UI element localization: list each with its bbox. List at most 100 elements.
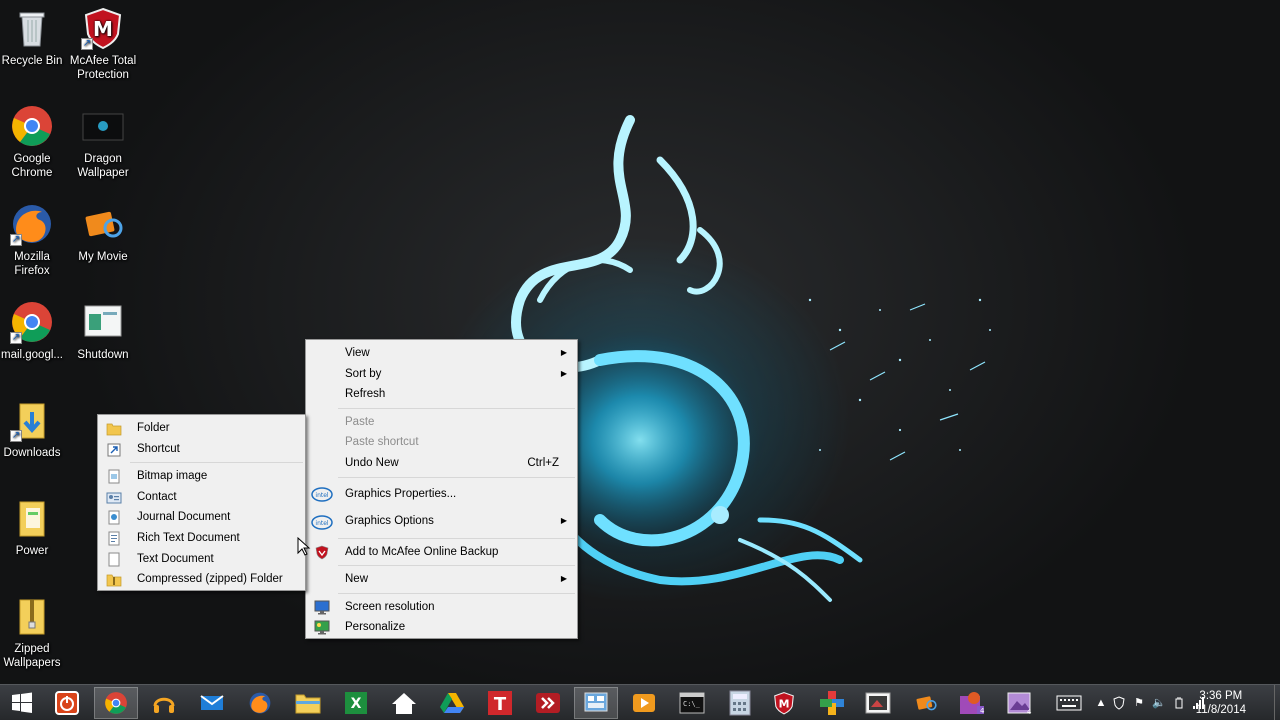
menu-item-graphics-options[interactable]: intel Graphics Options ▶ [306, 507, 577, 535]
submenu-arrow-icon: ▶ [560, 574, 567, 584]
volume-icon[interactable]: 🔈 [1152, 696, 1166, 710]
mcafee-icon: M [774, 692, 794, 715]
mcafee-shield-icon [314, 545, 330, 560]
taskbar: X T C:\_ M 4 4 ▲ ⚑ 🔈 3:36 PM 11/8/2014 [0, 684, 1280, 720]
menu-item-add-to-mcafee-backup[interactable]: Add to McAfee Online Backup [306, 542, 577, 563]
svg-text:X: X [351, 696, 362, 712]
desktop-icon-mozilla-firefox[interactable]: ↗ Mozilla Firefox [0, 202, 68, 278]
taskbar-home-button[interactable] [382, 687, 426, 719]
zipped-folder-icon [10, 594, 54, 638]
menu-item-paste-shortcut[interactable]: Paste shortcut [306, 432, 577, 453]
menu-item-sort-by[interactable]: Sort by ▶ [306, 364, 577, 385]
submenu-item-text-document[interactable]: Text Document [98, 549, 305, 570]
desktop-icon-dragon-wallpaper[interactable]: Dragon Wallpaper [67, 104, 139, 180]
menu-item-label: Paste shortcut [345, 436, 419, 449]
touch-keyboard-icon[interactable] [1056, 695, 1082, 711]
submenu-item-contact[interactable]: Contact [98, 487, 305, 508]
taskbar-control-panel-button[interactable] [574, 687, 618, 719]
menu-item-label: Compressed (zipped) Folder [137, 573, 283, 586]
submenu-item-rich-text-document[interactable]: Rich Text Document [98, 528, 305, 549]
svg-text:4: 4 [1027, 708, 1032, 716]
taskbar-file-explorer-button[interactable] [286, 687, 330, 719]
start-button[interactable] [0, 687, 44, 719]
submenu-item-compressed-folder[interactable]: Compressed (zipped) Folder [98, 569, 305, 590]
menu-item-new[interactable]: New ▶ [306, 569, 577, 590]
power-plug-icon[interactable] [1172, 696, 1186, 710]
show-hidden-icons-icon[interactable]: ▲ [1094, 696, 1108, 710]
taskbar-chrome-button[interactable] [94, 687, 138, 719]
desktop-icon-label: Downloads [3, 447, 61, 459]
menu-separator [338, 407, 575, 409]
taskbar-video-player-button[interactable] [622, 687, 666, 719]
menu-item-screen-resolution[interactable]: Screen resolution [306, 597, 577, 618]
menu-item-label: Graphics Properties... [345, 487, 457, 500]
desktop-icon-downloads[interactable]: ↗ Downloads [0, 398, 68, 460]
flag-icon[interactable]: ⚑ [1132, 696, 1146, 710]
mouse-cursor-icon [297, 537, 311, 556]
menu-item-label: Contact [137, 490, 177, 503]
mcafee-icon: M ↗ [81, 6, 125, 50]
menu-item-personalize[interactable]: Personalize [306, 617, 577, 638]
desktop-icon-recycle-bin[interactable]: Recycle Bin [0, 6, 68, 68]
taskbar-paint-button[interactable]: 4 [950, 687, 994, 719]
submenu-item-journal-document[interactable]: Journal Document [98, 507, 305, 528]
intel-icon: intel [311, 513, 333, 530]
taskbar-mail-button[interactable] [190, 687, 234, 719]
taskbar-audio-button[interactable] [142, 687, 186, 719]
submenu-item-bitmap-image[interactable]: Bitmap image [98, 466, 305, 487]
desktop-icon-mcafee[interactable]: M ↗ McAfee Total Protection [67, 6, 139, 82]
menu-item-paste[interactable]: Paste [306, 412, 577, 433]
menu-item-graphics-properties[interactable]: intel Graphics Properties... [306, 481, 577, 507]
desktop-icon-google-chrome[interactable]: Google Chrome [0, 104, 68, 180]
taskbar-shutdown-button[interactable] [45, 687, 89, 719]
menu-item-view[interactable]: View ▶ [306, 343, 577, 364]
desktop-icon-label: Recycle Bin [1, 55, 63, 67]
menu-separator [338, 565, 575, 567]
svg-text:intel: intel [315, 492, 329, 499]
desktop-icon-label: Shutdown [77, 349, 129, 361]
menu-item-label: New [345, 573, 369, 586]
rtf-file-icon [106, 531, 122, 546]
firefox-icon [249, 692, 271, 714]
mcafee-tray-icon[interactable] [1112, 696, 1126, 710]
desktop-icon-power[interactable]: Power [0, 496, 68, 558]
chrome-icon: ↗ [10, 300, 54, 344]
menu-separator [130, 462, 303, 464]
windows-start-icon [12, 692, 32, 713]
taskbar-calculator-button[interactable] [718, 687, 762, 719]
menu-item-label: Undo New [345, 456, 399, 469]
clock-time: 3:36 PM [1199, 690, 1243, 702]
svg-text:T: T [494, 694, 507, 715]
taskbar-photo-button[interactable] [856, 687, 900, 719]
desktop-icon-zipped-wallpapers[interactable]: Zipped Wallpapers [0, 594, 68, 670]
movie-maker-icon [916, 696, 937, 711]
desktop-icon-shutdown[interactable]: Shutdown [67, 300, 139, 362]
photo-icon [865, 692, 891, 714]
submenu-item-shortcut[interactable]: Shortcut [98, 439, 305, 460]
chrome-icon [10, 104, 54, 148]
desktop-icon-label: McAfee Total Protection [69, 55, 137, 81]
taskbar-mcafee-button[interactable]: M [762, 687, 806, 719]
personalize-icon [314, 620, 330, 635]
menu-item-undo-new[interactable]: Undo New Ctrl+Z [306, 453, 577, 474]
show-desktop-button[interactable] [1274, 685, 1280, 720]
desktop-icon-label: Power [15, 545, 49, 557]
desktop-icon-mail-google[interactable]: ↗ mail.googl... [0, 300, 68, 362]
menu-item-refresh[interactable]: Refresh [306, 384, 577, 405]
taskbar-photo-editor-button[interactable]: 4 [998, 687, 1042, 719]
taskbar-movie-maker-button[interactable] [904, 687, 948, 719]
menu-separator [338, 592, 575, 594]
taskbar-clock[interactable]: 3:36 PM 11/8/2014 [1196, 689, 1246, 717]
taskbar-plus-button[interactable] [810, 687, 854, 719]
taskbar-firefox-button[interactable] [238, 687, 282, 719]
system-tray: ▲ ⚑ 🔈 3:36 PM 11/8/2014 [1050, 685, 1280, 720]
submenu-item-folder[interactable]: Folder [98, 418, 305, 439]
taskbar-text-tool-button[interactable]: T [478, 687, 522, 719]
text-tool-icon: T [488, 691, 512, 715]
taskbar-google-drive-button[interactable] [430, 687, 474, 719]
taskbar-excel-button[interactable]: X [334, 687, 378, 719]
taskbar-fast-forward-button[interactable] [526, 687, 570, 719]
desktop-icon-my-movie[interactable]: My Movie [67, 202, 139, 264]
menu-separator [338, 476, 575, 478]
taskbar-command-prompt-button[interactable]: C:\_ [670, 687, 714, 719]
